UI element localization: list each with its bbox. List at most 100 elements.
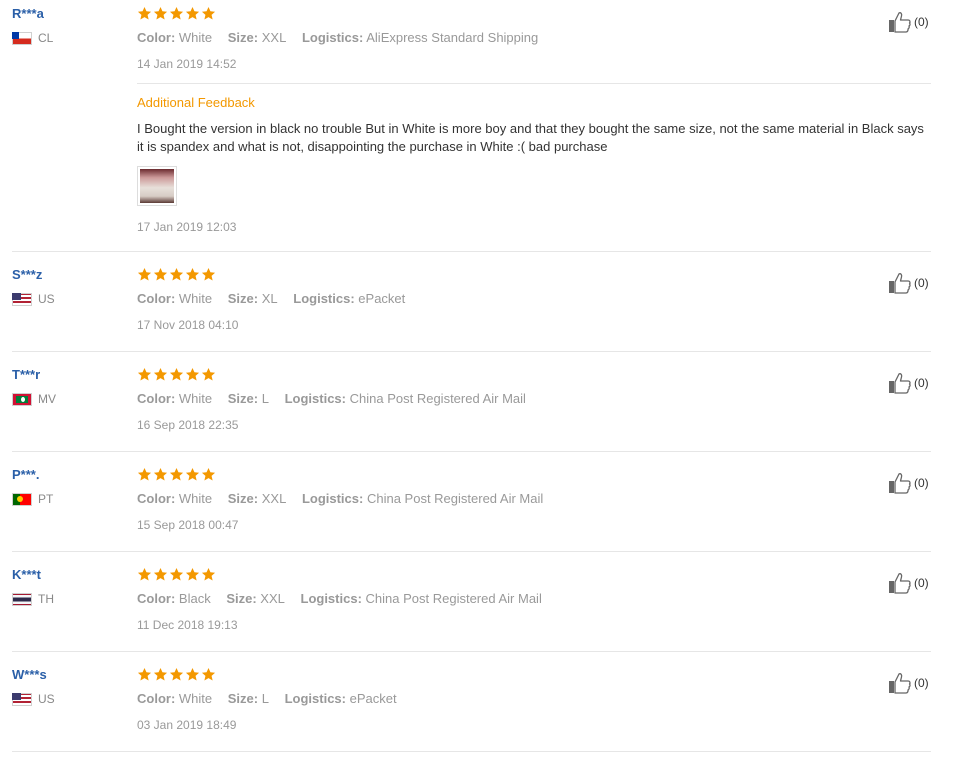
color-value: Black [178,591,211,606]
helpful-button[interactable]: (0) [888,272,929,294]
star-icon [169,267,184,281]
star-icon [185,467,200,481]
reviewer-name[interactable]: K***t [12,567,54,582]
thumbs-up-icon [889,12,911,33]
size-label: Size: [227,691,259,706]
thumbs-up-icon [889,273,911,294]
star-icon [201,367,216,381]
star-icon [137,267,152,281]
thumbs-up-icon [889,673,911,694]
helpful-count: (0) [914,476,929,490]
color-label: Color: [137,291,176,306]
size-value: XL [261,291,278,306]
helpful-count: (0) [914,676,929,690]
flag-th-icon [12,592,32,606]
reviewer-name[interactable]: W***s [12,667,55,682]
size-label: Size: [227,30,259,45]
star-icon [201,667,216,681]
reviewer-country: CL [12,31,53,45]
reviewer-info: R***a CL [12,6,53,45]
star-icon [169,367,184,381]
reviewer-info: S***z US [12,267,55,306]
helpful-button[interactable]: (0) [888,572,929,594]
color-label: Color: [137,591,176,606]
reviewer-info: W***s US [12,667,55,706]
country-code: PT [38,492,54,506]
logistics-value: China Post Registered Air Mail [365,591,542,606]
star-icon [153,267,168,281]
review-photo-thumbnail[interactable] [137,166,177,206]
thumbs-up-icon [889,373,911,394]
review-date: 11 Dec 2018 19:13 [137,618,238,632]
size-value: L [261,391,269,406]
star-rating [137,367,931,385]
country-code: US [38,692,55,706]
divider [12,651,931,652]
divider [12,251,931,252]
reviewer-info: K***t TH [12,567,54,606]
review-attributes: Color: White Size: L Logistics: ePacket [137,691,931,706]
color-value: White [178,30,213,45]
reviewer-country: TH [12,592,54,606]
star-icon [137,467,152,481]
thumbs-up-icon [889,473,911,494]
size-label: Size: [227,491,259,506]
star-icon [185,267,200,281]
logistics-value: China Post Registered Air Mail [349,391,526,406]
reviewer-name[interactable]: T***r [12,367,56,382]
helpful-button[interactable]: (0) [888,372,929,394]
helpful-button[interactable]: (0) [888,472,929,494]
star-icon [153,6,168,20]
review-content: Color: White Size: XXL Logistics: AliExp… [137,6,931,71]
review-date: 03 Jan 2019 18:49 [137,718,237,732]
review-attributes: Color: White Size: XXL Logistics: AliExp… [137,30,931,45]
logistics-value: ePacket [358,291,406,306]
logistics-value: China Post Registered Air Mail [366,491,544,506]
review-content: Color: White Size: XL Logistics: ePacket… [137,267,931,332]
logistics-label: Logistics: [293,291,355,306]
star-icon [137,6,152,20]
helpful-button[interactable]: (0) [888,11,929,33]
color-value: White [178,391,213,406]
reviewer-name[interactable]: R***a [12,6,53,21]
logistics-label: Logistics: [300,591,362,606]
star-icon [201,267,216,281]
helpful-button[interactable]: (0) [888,672,929,694]
star-icon [153,567,168,581]
star-rating [137,6,931,24]
star-icon [137,567,152,581]
additional-feedback-date: 17 Jan 2019 12:03 [137,220,237,234]
star-icon [153,467,168,481]
reviewer-country: US [12,692,55,706]
review-content: Color: Black Size: XXL Logistics: China … [137,567,931,632]
additional-feedback: Additional Feedback I Bought the version… [137,95,931,234]
star-icon [201,6,216,20]
star-icon [201,567,216,581]
logistics-label: Logistics: [284,691,346,706]
review-attributes: Color: White Size: XXL Logistics: China … [137,491,931,506]
divider [12,451,931,452]
star-icon [169,567,184,581]
reviewer-name[interactable]: P***. [12,467,53,482]
star-icon [169,667,184,681]
star-icon [153,667,168,681]
star-icon [137,367,152,381]
star-rating [137,267,931,285]
review-attributes: Color: White Size: L Logistics: China Po… [137,391,931,406]
color-value: White [178,291,213,306]
flag-pt-icon [12,492,32,506]
size-label: Size: [227,391,259,406]
review-date: 14 Jan 2019 14:52 [137,57,237,71]
divider [12,751,931,752]
country-code: TH [38,592,54,606]
country-code: MV [38,392,56,406]
review-attributes: Color: White Size: XL Logistics: ePacket [137,291,931,306]
star-rating [137,467,931,485]
flag-us-icon [12,292,32,306]
review-date: 17 Nov 2018 04:10 [137,318,239,332]
review-date: 15 Sep 2018 00:47 [137,518,239,532]
country-code: CL [38,31,54,45]
reviewer-info: T***r MV [12,367,56,406]
divider [12,551,931,552]
reviewer-name[interactable]: S***z [12,267,55,282]
